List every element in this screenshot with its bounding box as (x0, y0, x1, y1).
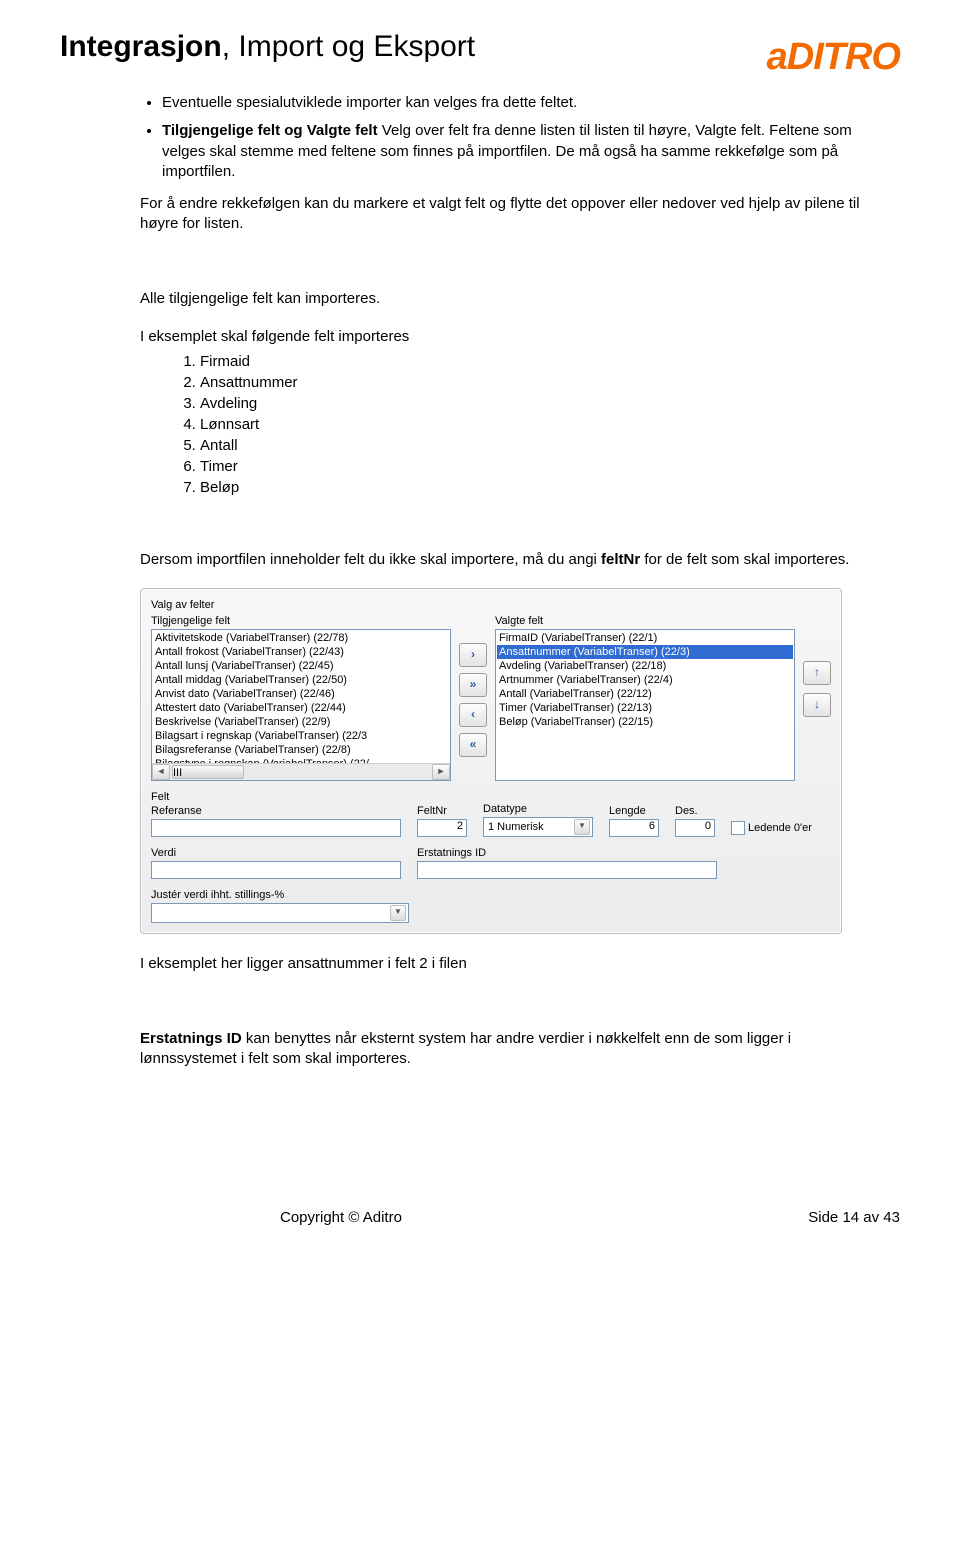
paragraph: Dersom importfilen inneholder felt du ik… (140, 550, 860, 570)
verdi-label: Verdi (151, 847, 401, 859)
move-left-button[interactable]: ‹ (459, 703, 487, 727)
feltnr-label: FeltNr (417, 805, 467, 817)
feltnr-input[interactable]: 2 (417, 819, 467, 837)
list-item[interactable]: Antall (VariabelTranser) (22/12) (497, 687, 793, 701)
list-item: Lønnsart (200, 416, 860, 433)
available-fields-listbox[interactable]: Aktivitetskode (VariabelTranser) (22/78)… (151, 629, 451, 781)
aditro-logo: aDITRO (767, 36, 900, 79)
title-rest: , Import og Eksport (222, 30, 475, 63)
list-item: Avdeling (200, 395, 860, 412)
referanse-label: Referanse (151, 805, 401, 817)
field-selection-dialog: Valg av felter Tilgjengelige felt Aktivi… (140, 588, 842, 934)
scroll-left-icon[interactable]: ◄ (152, 764, 170, 780)
ledende-checkbox-row[interactable]: Ledende 0'er (731, 821, 812, 835)
ledende-checkbox[interactable] (731, 821, 745, 835)
erstatnings-id-label: Erstatnings ID (417, 847, 717, 859)
selected-fields-label: Valgte felt (495, 615, 795, 627)
list-item[interactable]: Timer (VariabelTranser) (22/13) (497, 701, 793, 715)
page-title: Integrasjon, Import og Eksport (60, 30, 475, 65)
lengde-input[interactable]: 6 (609, 819, 659, 837)
transfer-buttons: › » ‹ « (459, 643, 487, 757)
move-all-left-button[interactable]: « (459, 733, 487, 757)
juster-label: Justér verdi ihht. stillings-% (151, 889, 401, 901)
available-fields-label: Tilgjengelige felt (151, 615, 451, 627)
referanse-input[interactable] (151, 819, 401, 837)
bullet-list: Eventuelle spesialutviklede importer kan… (140, 93, 860, 182)
list-item[interactable]: Ansattnummer (VariabelTranser) (22/3) (497, 645, 793, 659)
list-item[interactable]: Beløp (VariabelTranser) (22/15) (497, 715, 793, 729)
list-item[interactable]: Bilagsart i regnskap (VariabelTranser) (… (153, 729, 449, 743)
juster-select[interactable]: ▼ (151, 903, 409, 923)
datatype-select[interactable]: 1 Numerisk ▼ (483, 817, 593, 837)
list-item: Ansattnummer (200, 374, 860, 391)
list-item[interactable]: Antall lunsj (VariabelTranser) (22/45) (153, 659, 449, 673)
move-all-right-button[interactable]: » (459, 673, 487, 697)
list-item: Timer (200, 458, 860, 475)
verdi-input[interactable] (151, 861, 401, 879)
reorder-buttons: ↑ ↓ (803, 661, 831, 717)
move-down-button[interactable]: ↓ (803, 693, 831, 717)
list-item[interactable]: FirmaID (VariabelTranser) (22/1) (497, 631, 793, 645)
datatype-label: Datatype (483, 803, 593, 815)
des-input[interactable]: 0 (675, 819, 715, 837)
des-label: Des. (675, 805, 715, 817)
scroll-thumb[interactable]: III (172, 765, 244, 779)
erstatnings-id-input[interactable] (417, 861, 717, 879)
paragraph: I eksemplet skal følgende felt importere… (140, 327, 860, 347)
page-footer: Copyright © Aditro Side 14 av 43 (60, 1209, 900, 1226)
list-item: Firmaid (200, 353, 860, 370)
lengde-label: Lengde (609, 805, 659, 817)
paragraph: Erstatnings ID kan benyttes når eksternt… (140, 1029, 860, 1070)
list-item[interactable]: Anvist dato (VariabelTranser) (22/46) (153, 687, 449, 701)
move-up-button[interactable]: ↑ (803, 661, 831, 685)
chevron-down-icon: ▼ (390, 905, 406, 921)
list-item[interactable]: Attestert dato (VariabelTranser) (22/44) (153, 701, 449, 715)
list-item: Beløp (200, 479, 860, 496)
list-item[interactable]: Bilagsreferanse (VariabelTranser) (22/8) (153, 743, 449, 757)
selected-fields-listbox[interactable]: FirmaID (VariabelTranser) (22/1) Ansattn… (495, 629, 795, 781)
page-number: Side 14 av 43 (808, 1209, 900, 1226)
paragraph: For å endre rekkefølgen kan du markere e… (140, 194, 860, 235)
bullet-item: Eventuelle spesialutviklede importer kan… (162, 93, 860, 113)
felt-label: Felt (151, 791, 401, 803)
list-item[interactable]: Antall middag (VariabelTranser) (22/50) (153, 673, 449, 687)
copyright-text: Copyright © Aditro (280, 1209, 402, 1226)
list-item[interactable]: Artnummer (VariabelTranser) (22/4) (497, 673, 793, 687)
chevron-down-icon: ▼ (574, 819, 590, 835)
list-item: Antall (200, 437, 860, 454)
move-right-button[interactable]: › (459, 643, 487, 667)
list-item[interactable]: Aktivitetskode (VariabelTranser) (22/78) (153, 631, 449, 645)
horizontal-scrollbar[interactable]: ◄ III ► (152, 763, 450, 780)
list-item[interactable]: Antall frokost (VariabelTranser) (22/43) (153, 645, 449, 659)
numbered-list: Firmaid Ansattnummer Avdeling Lønnsart A… (140, 353, 860, 496)
paragraph: I eksemplet her ligger ansattnummer i fe… (140, 954, 860, 974)
group-title: Valg av felter (151, 599, 831, 611)
paragraph: Alle tilgjengelige felt kan importeres. (140, 289, 860, 309)
scroll-right-icon[interactable]: ► (432, 764, 450, 780)
list-item[interactable]: Beskrivelse (VariabelTranser) (22/9) (153, 715, 449, 729)
title-strong: Integrasjon (60, 30, 222, 63)
bullet-item: Tilgjengelige felt og Valgte felt Velg o… (162, 121, 860, 182)
list-item[interactable]: Avdeling (VariabelTranser) (22/18) (497, 659, 793, 673)
